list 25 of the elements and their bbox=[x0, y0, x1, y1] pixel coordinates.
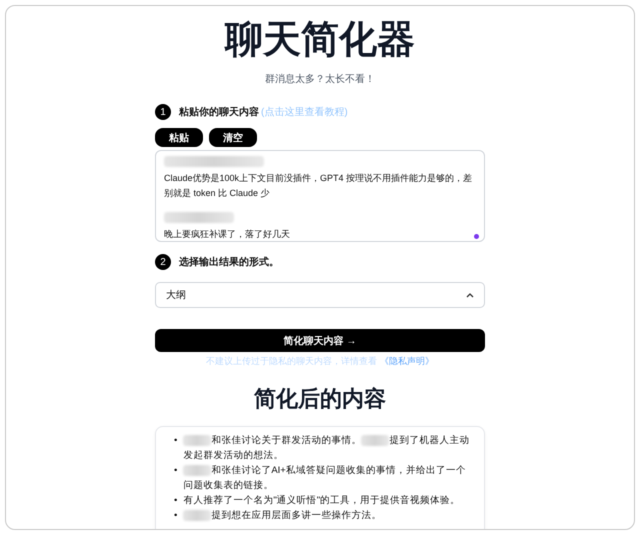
chat-message: 晚上要疯狂补课了，落了好几天 bbox=[164, 228, 291, 241]
summary-text: 和张佳讨论关于群发活动的事情。 提到了机器人主动发起群发活动的想法。 bbox=[183, 434, 470, 463]
step-label: 粘贴你的聊天内容 bbox=[179, 105, 259, 119]
status-dot-icon bbox=[474, 234, 479, 239]
bullet-mark: • bbox=[174, 509, 178, 523]
subtitle: 群消息太多？太长不看！ bbox=[264, 72, 376, 86]
step-number: 1 bbox=[155, 104, 171, 120]
step-label: 选择输出结果的形式。 bbox=[179, 256, 279, 269]
format-select[interactable]: 大纲 bbox=[155, 282, 485, 308]
bullet-mark: • bbox=[174, 464, 178, 478]
chat-input-field[interactable]: Claude优势是100k上下文目前没插件，GPT4 按理说不用插件能力是够的，差别就是 token 比 Claude 少 晚上要疯狂补课了，落了好几天 bbox=[155, 150, 485, 242]
bullet-mark: • bbox=[174, 494, 178, 508]
step-number: 2 bbox=[155, 254, 171, 270]
summary-text: 和张佳讨论了AI+私域答疑问题收集的事情，并给出了一个问题收集表的链接。 bbox=[183, 464, 467, 493]
redacted-name bbox=[164, 212, 234, 224]
privacy-note: 不建议上传过于隐私的聊天内容，详情查看 《隐私声明》 bbox=[205, 355, 435, 368]
chat-message: Claude优势是100k上下文目前没插件，GPT4 按理说不用插件能力是够的，差别就是 token 比 Claude 少 bbox=[164, 172, 474, 200]
bullet-mark: • bbox=[174, 434, 178, 448]
summary-text: 有人推荐了一个名为"通义听悟"的工具，用于提供音视频体验。 bbox=[183, 494, 462, 508]
result-heading: 简化后的内容 bbox=[253, 385, 387, 413]
clear-button[interactable]: 清空 bbox=[209, 128, 257, 147]
paste-button[interactable]: 粘贴 bbox=[155, 128, 203, 147]
simplify-button[interactable]: 简化聊天内容 → bbox=[155, 329, 485, 352]
page-title: 聊天简化器 bbox=[223, 18, 416, 62]
summary-text: 提到想在应用层面多讲一些操作方法。 bbox=[183, 508, 474, 523]
